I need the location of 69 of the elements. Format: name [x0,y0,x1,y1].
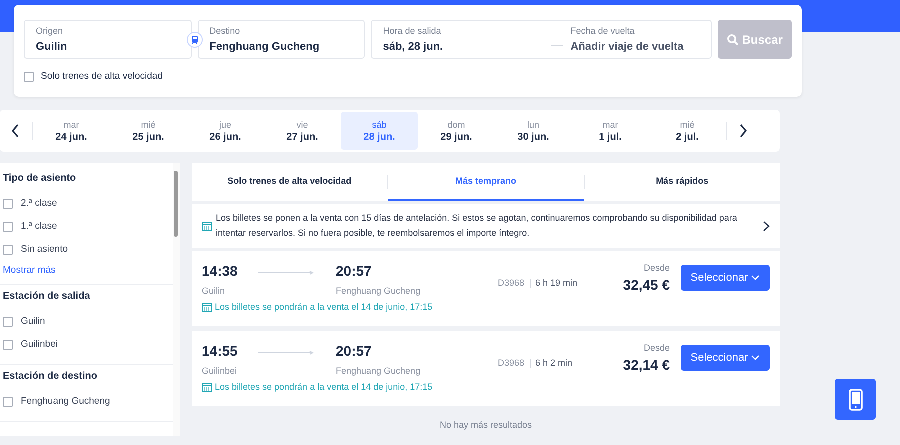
checkbox[interactable] [3,198,13,208]
checkbox[interactable] [3,340,13,350]
departure-time: 14:55 [202,343,239,359]
calendar-icon [202,302,212,312]
checkbox-label: Fenghuang Gucheng [21,396,110,407]
notice-banner[interactable] [192,204,780,248]
train-icon[interactable] [186,32,203,48]
price: 32,45 € [623,277,670,293]
arrival-time: 20:57 [336,263,373,279]
select-button[interactable]: Seleccionar [681,345,770,371]
sort-tab[interactable]: Más rápidos [584,163,780,201]
phone-button[interactable] [835,379,876,420]
search-icon [727,34,740,46]
filter-heading: Tipo de asiento [2,173,78,184]
select-button[interactable]: Seleccionar [681,265,770,291]
checkbox-label: Sin asiento [21,244,68,255]
date-tab[interactable]: mié 2 jul. [649,112,726,150]
checkbox[interactable] [24,72,34,82]
station-name: Guilin [202,286,226,296]
checkbox[interactable] [3,222,13,232]
sort-tab[interactable]: Más temprano [388,163,584,201]
station-name: Guilinbei [202,366,238,376]
checkbox-label: 1.ª clase [21,221,58,232]
price-label: Desde [644,343,670,353]
date-field[interactable]: Hora de salida sáb, 28 jun. Fecha de vuelta Añadir viaje de vuelta [371,20,712,59]
phone-icon [848,388,862,410]
caret-icon [751,275,760,281]
date-tab[interactable]: lun 30 jun. [495,112,572,150]
train-number: D3968 [498,358,525,368]
filter-heading: Estación de destino [2,371,98,382]
filter-heading: Estación de salida [2,291,92,302]
checkbox[interactable] [3,396,13,406]
checkbox-label: Guilinbei [21,339,58,350]
duration: 6 h 2 min [536,358,573,368]
train-number: D3968 [498,278,525,288]
calendar-icon [202,382,212,392]
scrollbar[interactable] [173,163,180,436]
notice-text: Los billetes se ponen a la venta con 15 días de antelación. Si estos se agotan, continuaremos comprobando su disponibilidad para intentar reservarlos. Si no fuera posible, te reembolsaremos el importe íntegro. [216,212,738,240]
checkbox-label: Solo trenes de alta velocidad [41,71,163,82]
date-tab[interactable]: jue 26 jun. [187,112,264,150]
chevron-right-icon [763,220,770,232]
duration: 6 h 19 min [536,278,578,288]
station-name: Fenghuang Gucheng [336,366,422,376]
date-tab[interactable]: sáb 28 jun. [341,112,418,150]
arrow-line-icon [258,271,314,275]
sale-date-note: Los billetes se pondrán a la venta el 14 de junio, 17:15 [215,302,433,312]
checkbox-label: Guilin [21,316,46,327]
departure-time: 14:38 [202,263,239,279]
caret-icon [751,355,760,361]
checkbox[interactable] [3,244,13,254]
sort-tab[interactable]: Solo trenes de alta velocidad [192,163,388,201]
checkbox[interactable] [3,316,13,326]
date-tab[interactable]: dom 29 jun. [418,112,495,150]
checkbox-label: 2.ª clase [21,198,58,209]
date-tab[interactable]: mar 24 jun. [33,112,110,150]
calendar-icon [202,221,212,231]
station-name: Fenghuang Gucheng [336,286,422,296]
show-more-link[interactable]: Mostrar más [0,265,167,276]
price: 32,14 € [623,357,670,373]
price-label: Desde [644,263,670,273]
date-tab[interactable]: mié 25 jun. [110,112,187,150]
no-more-results-text: No hay más resultados [438,420,534,430]
date-tab[interactable]: mar 1 jul. [572,112,649,150]
station-field[interactable]: Destino Fenghuang Gucheng [198,20,366,59]
sale-date-note: Los billetes se pondrán a la venta el 14 de junio, 17:15 [215,382,433,392]
date-tab[interactable]: vie 27 jun. [264,112,341,150]
station-field[interactable]: Origen Guilin [24,20,192,59]
arrow-line-icon [258,351,314,355]
arrival-time: 20:57 [336,343,373,359]
